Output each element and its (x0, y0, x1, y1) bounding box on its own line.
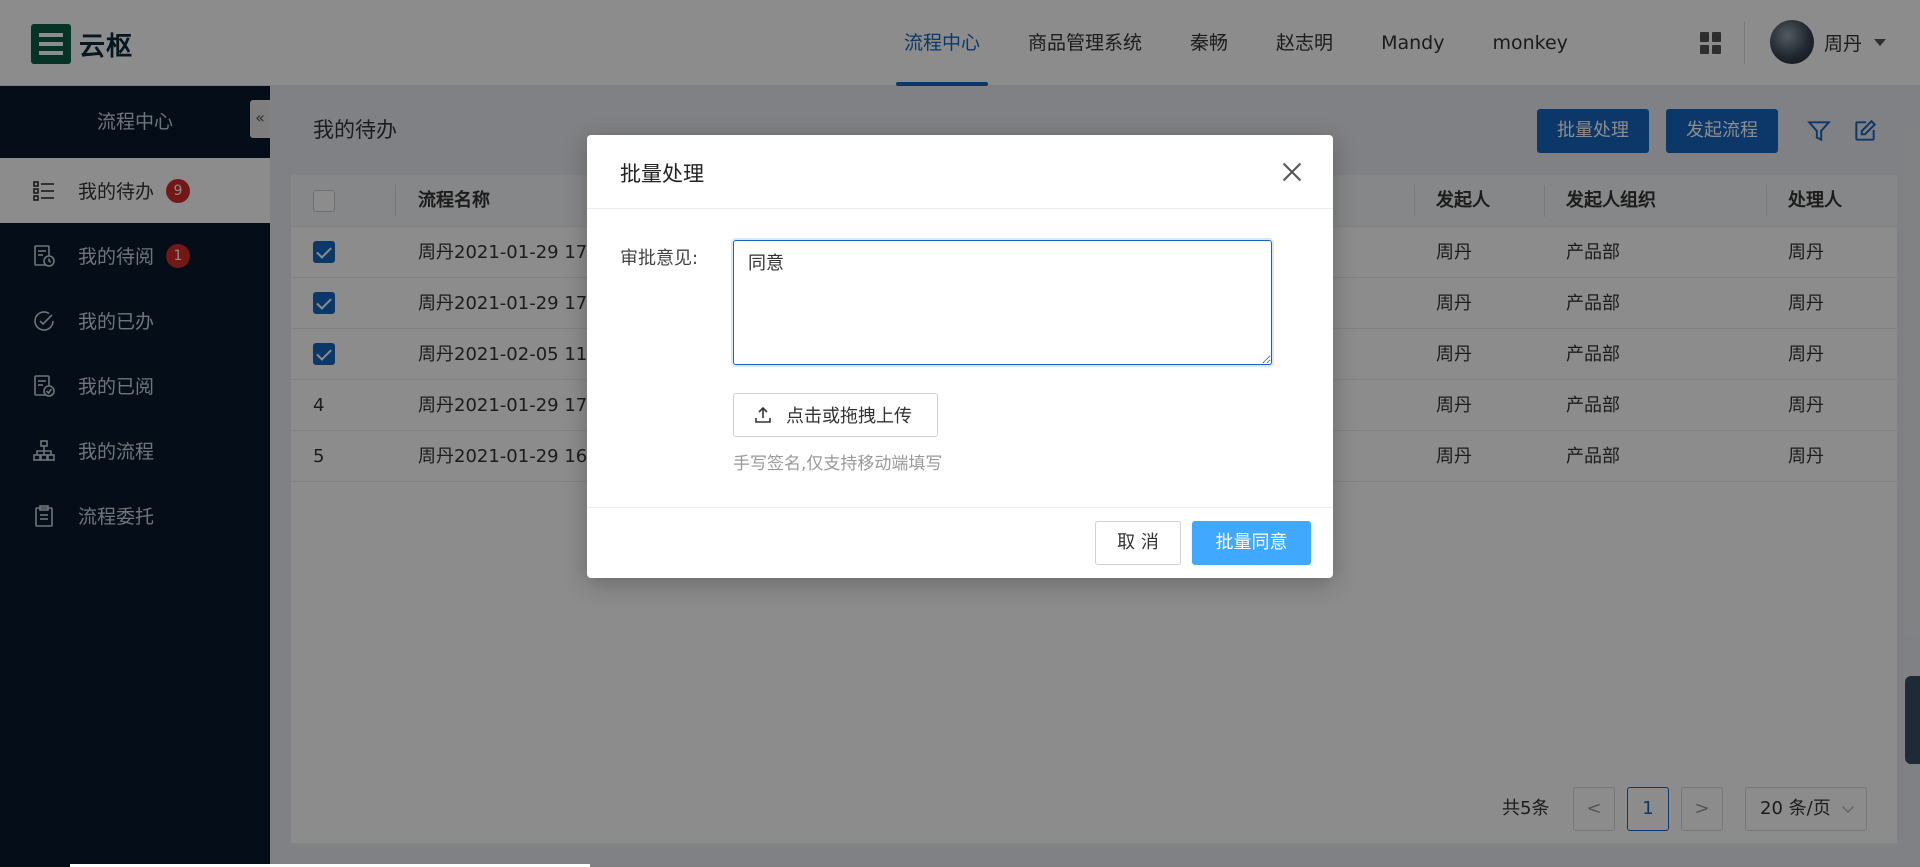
floating-widget[interactable] (1905, 676, 1920, 764)
batch-approve-button[interactable]: 批量同意 (1192, 521, 1311, 565)
dialog-footer: 取 消 批量同意 (587, 507, 1333, 578)
batch-process-dialog: 批量处理 审批意见: 同意 点击或拖拽上传 手写签名,仅支持移动端填写 取 消 … (587, 135, 1333, 578)
close-icon[interactable] (1281, 161, 1303, 183)
dialog-header: 批量处理 (587, 135, 1333, 209)
cancel-button[interactable]: 取 消 (1095, 521, 1181, 565)
dialog-title: 批量处理 (620, 162, 704, 186)
upload-button[interactable]: 点击或拖拽上传 (733, 393, 938, 437)
signature-hint: 手写签名,仅支持移动端填写 (733, 454, 943, 474)
upload-icon (755, 406, 771, 423)
opinion-textarea[interactable]: 同意 (733, 240, 1272, 365)
upload-label: 点击或拖拽上传 (786, 406, 912, 427)
opinion-label: 审批意见: (620, 248, 699, 269)
